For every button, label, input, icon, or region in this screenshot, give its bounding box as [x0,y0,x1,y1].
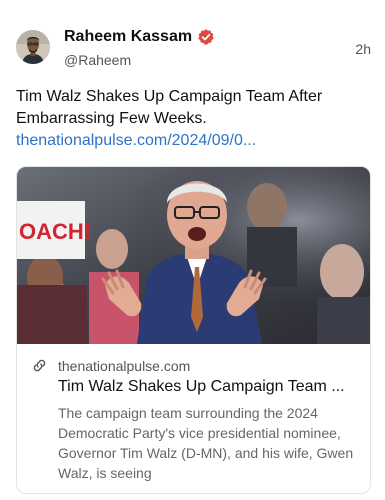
author-handle[interactable]: @Raheem [64,52,131,68]
card-title[interactable]: Tim Walz Shakes Up Campaign Team ... [58,378,358,396]
post-link[interactable]: thenationalpulse.com/2024/09/0... [16,130,366,152]
card-domain: thenationalpulse.com [58,357,191,374]
link-chain-icon [33,359,46,372]
verified-badge-icon [198,29,214,45]
link-preview-card[interactable]: OACH! thenationalpulse.com Tim Walz Shak… [16,166,371,494]
post-text: Tim Walz Shakes Up Campaign Team After E… [16,86,366,152]
card-domain-row: thenationalpulse.com [31,357,190,374]
avatar[interactable] [16,30,50,64]
post[interactable]: Raheem Kassam @Raheem 2h Tim Walz Shakes… [0,0,385,500]
author-name[interactable]: Raheem Kassam [64,28,192,46]
post-body: Tim Walz Shakes Up Campaign Team After E… [16,88,323,127]
sign-text: OACH! [19,219,91,244]
post-timestamp[interactable]: 2h [355,41,371,57]
card-image: OACH! [17,167,370,344]
card-description: The campaign team surrounding the 2024 D… [58,405,354,481]
post-header: Raheem Kassam @Raheem 2h [16,26,371,70]
author-name-row: Raheem Kassam [64,28,215,46]
card-body: thenationalpulse.com Tim Walz Shakes Up … [17,344,370,493]
